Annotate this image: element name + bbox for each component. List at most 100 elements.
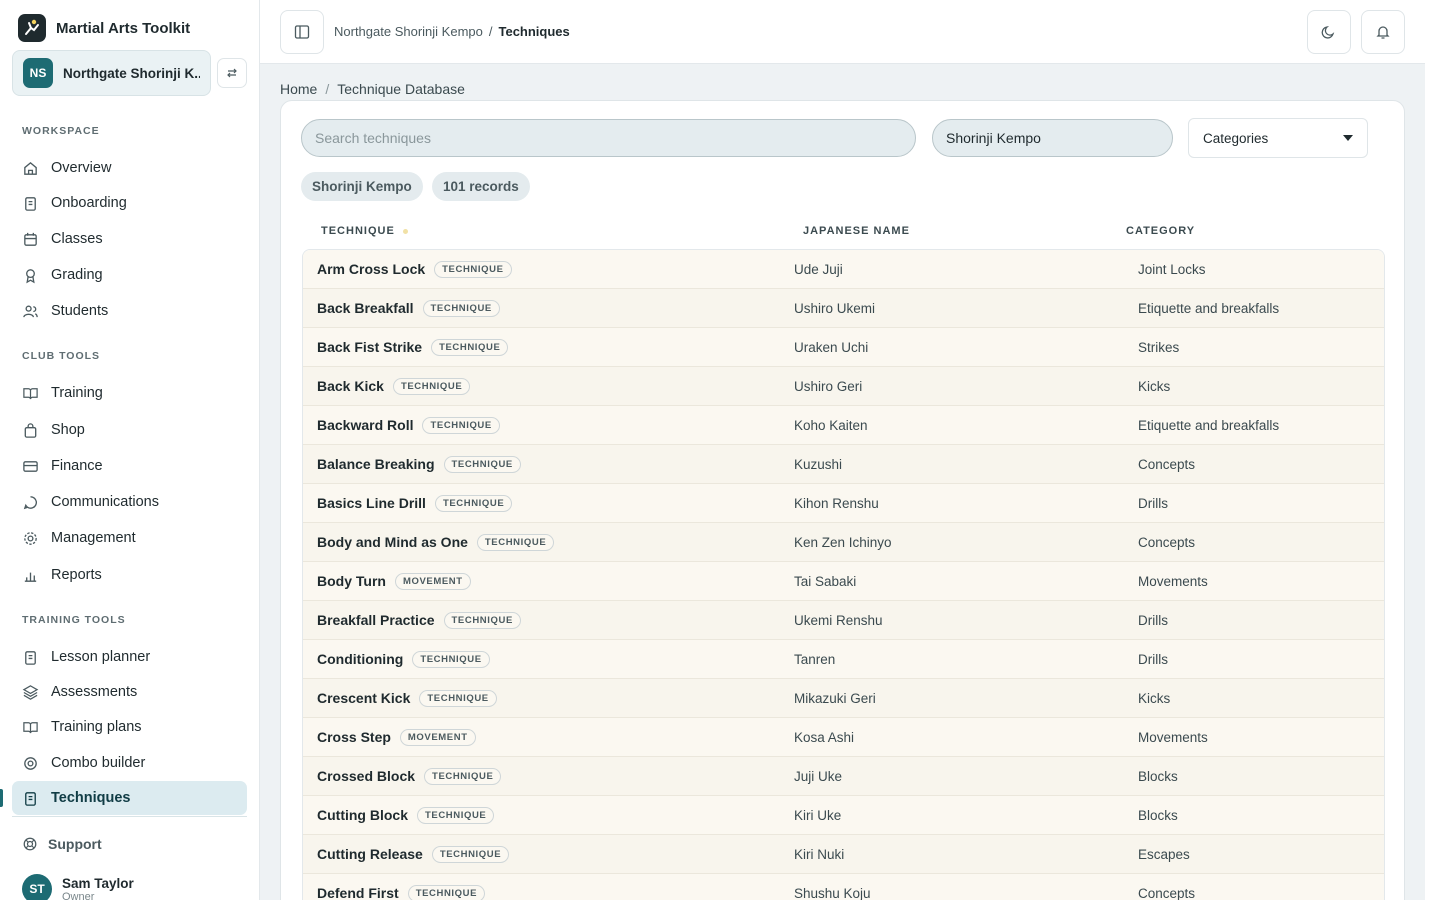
table-row[interactable]: Back Kick TECHNIQUE Ushiro Geri Kicks (303, 367, 1384, 406)
book-open-icon (23, 721, 38, 733)
sidebar-item-reports[interactable]: Reports (12, 558, 247, 592)
table-row[interactable]: Body Turn MOVEMENT Tai Sabaki Movements (303, 562, 1384, 601)
type-tag: TECHNIQUE (424, 767, 502, 785)
japanese-name-cell: Kiri Nuki (794, 846, 845, 862)
japanese-name-cell: Ukemi Renshu (794, 612, 883, 628)
breadcrumb-parent[interactable]: Northgate Shorinji Kempo (334, 24, 483, 39)
toggle-sidebar-button[interactable] (280, 10, 324, 54)
technique-name[interactable]: Cross Step (317, 729, 391, 745)
column-header-technique[interactable]: TECHNIQUE (321, 225, 408, 237)
table-row[interactable]: Crossed Block TECHNIQUE Juji Uke Blocks (303, 757, 1384, 796)
search-input[interactable] (301, 119, 916, 157)
technique-name[interactable]: Balance Breaking (317, 456, 435, 472)
switch-club-button[interactable] (217, 58, 247, 88)
technique-cell: Body Turn MOVEMENT (317, 562, 471, 600)
table-row[interactable]: Defend First TECHNIQUE Shushu Koju Concepts (303, 874, 1384, 900)
technique-name[interactable]: Backward Roll (317, 417, 413, 433)
app-logo-icon (18, 14, 46, 42)
table-row[interactable]: Body and Mind as One TECHNIQUE Ken Zen Ich… (303, 523, 1384, 562)
column-header-japanese-name[interactable]: JAPANESE NAME (803, 225, 910, 237)
sidebar-item-label: Shop (51, 422, 85, 438)
club-avatar: NS (23, 58, 53, 88)
technique-cell: Cutting Release TECHNIQUE (317, 835, 510, 873)
category-cell: Etiquette and breakfalls (1138, 300, 1280, 316)
sidebar-divider (12, 816, 247, 817)
technique-name[interactable]: Crossed Block (317, 768, 415, 784)
table-row[interactable]: Cutting Release TECHNIQUE Kiri Nuki Escapes (303, 835, 1384, 874)
theme-toggle-button[interactable] (1307, 10, 1351, 54)
sidebar-item-label: Classes (51, 231, 103, 247)
clipboard-icon (25, 650, 36, 665)
table-row[interactable]: Arm Cross Lock TECHNIQUE Ude Juji Joint Loc… (303, 250, 1384, 289)
calendar-icon (24, 232, 37, 246)
club-switcher[interactable]: NS Northgate Shorinji K... (12, 50, 211, 96)
table-row[interactable]: Backward Roll TECHNIQUE Koho Kaiten Etiquet… (303, 406, 1384, 445)
notifications-button[interactable] (1361, 10, 1405, 54)
type-tag: TECHNIQUE (419, 689, 497, 707)
breadcrumb-home[interactable]: Home (280, 81, 317, 97)
technique-name[interactable]: Cutting Block (317, 807, 408, 823)
sidebar-item-overview[interactable]: Overview (12, 151, 247, 185)
technique-name[interactable]: Arm Cross Lock (317, 261, 425, 277)
technique-name[interactable]: Breakfall Practice (317, 612, 435, 628)
book-open-icon (23, 387, 38, 399)
sidebar-item-combo-builder[interactable]: Combo builder (12, 746, 247, 780)
style-filter-value: Shorinji Kempo (946, 130, 1041, 146)
technique-cell: Conditioning TECHNIQUE (317, 640, 490, 678)
techniques-table: Arm Cross Lock TECHNIQUE Ude Juji Joint Loc… (302, 249, 1385, 900)
table-row[interactable]: Crescent Kick TECHNIQUE Mikazuki Geri Kicks (303, 679, 1384, 718)
technique-name[interactable]: Body and Mind as One (317, 534, 468, 550)
bell-icon (1376, 26, 1390, 39)
japanese-name-cell: Koho Kaiten (794, 417, 868, 433)
table-row[interactable]: Basics Line Drill TECHNIQUE Kihon Renshu Dr… (303, 484, 1384, 523)
column-header-category[interactable]: CATEGORY (1126, 225, 1195, 237)
technique-name[interactable]: Conditioning (317, 651, 403, 667)
categories-label: Categories (1203, 130, 1269, 146)
table-row[interactable]: Cross Step MOVEMENT Kosa Ashi Movements (303, 718, 1384, 757)
technique-name[interactable]: Cutting Release (317, 846, 423, 862)
sidebar-item-techniques[interactable]: Techniques (12, 781, 247, 815)
sidebar-item-finance[interactable]: Finance (12, 449, 247, 483)
sidebar-item-lesson-planner[interactable]: Lesson planner (12, 640, 247, 674)
lifebuoy-icon (23, 837, 37, 851)
category-cell: Movements (1138, 573, 1208, 589)
sidebar-item-training[interactable]: Training (12, 376, 247, 410)
support-link[interactable]: Support (22, 836, 102, 852)
table-row[interactable]: Cutting Block TECHNIQUE Kiri Uke Blocks (303, 796, 1384, 835)
sidebar-item-label: Training plans (51, 719, 142, 735)
japanese-name-cell: Mikazuki Geri (794, 690, 876, 706)
technique-name[interactable]: Back Kick (317, 378, 384, 394)
table-row[interactable]: Balance Breaking TECHNIQUE Kuzushi Concepts (303, 445, 1384, 484)
sidebar-item-shop[interactable]: Shop (12, 413, 247, 447)
sidebar-item-grading[interactable]: Grading (12, 258, 247, 292)
table-row[interactable]: Conditioning TECHNIQUE Tanren Drills (303, 640, 1384, 679)
categories-dropdown[interactable]: Categories (1188, 118, 1368, 158)
technique-name[interactable]: Back Fist Strike (317, 339, 422, 355)
user-profile[interactable]: ST Sam Taylor Owner (22, 874, 134, 900)
type-tag: TECHNIQUE (443, 455, 521, 473)
japanese-name-cell: Uraken Uchi (794, 339, 869, 355)
technique-name[interactable]: Basics Line Drill (317, 495, 426, 511)
app-brand[interactable]: Martial Arts Toolkit (18, 14, 190, 42)
sidebar-item-training-plans[interactable]: Training plans (12, 710, 247, 744)
sidebar-item-communications[interactable]: Communications (12, 485, 247, 519)
table-row[interactable]: Back Breakfall TECHNIQUE Ushiro Ukemi Etiqu… (303, 289, 1384, 328)
technique-name[interactable]: Back Breakfall (317, 300, 414, 316)
sidebar-item-onboarding[interactable]: Onboarding (12, 186, 247, 220)
table-row[interactable]: Breakfall Practice TECHNIQUE Ukemi Renshu D… (303, 601, 1384, 640)
sidebar-item-assessments[interactable]: Assessments (12, 675, 247, 709)
sidebar-item-label: Overview (51, 160, 112, 176)
technique-name[interactable]: Body Turn (317, 573, 386, 589)
style-badge: Shorinji Kempo (301, 172, 423, 201)
technique-name[interactable]: Crescent Kick (317, 690, 410, 706)
sidebar-item-classes[interactable]: Classes (12, 222, 247, 256)
table-row[interactable]: Back Fist Strike TECHNIQUE Uraken Uchi Stri… (303, 328, 1384, 367)
style-filter-field[interactable]: Shorinji Kempo (932, 119, 1173, 157)
sidebar-item-management[interactable]: Management (12, 521, 247, 555)
type-tag: TECHNIQUE (434, 260, 512, 278)
sidebar-item-label: Techniques (51, 790, 131, 806)
technique-name[interactable]: Defend First (317, 885, 399, 900)
sidebar-item-students[interactable]: Students (12, 294, 247, 328)
category-cell: Concepts (1138, 456, 1196, 472)
type-tag: TECHNIQUE (417, 806, 495, 824)
